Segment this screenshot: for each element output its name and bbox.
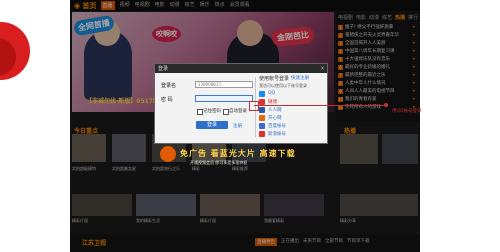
callout-line <box>254 105 386 106</box>
page: ◉ 首页 直播 视频 电视剧 电影 动漫 综艺 娱乐 热点 会员观看 全网首播 … <box>0 0 500 252</box>
sina-icon <box>259 130 265 137</box>
password-label: 密 码 <box>161 97 173 103</box>
auto-login-label: 自动登录 <box>229 109 247 114</box>
register-link[interactable]: 注册 <box>233 123 242 129</box>
login-button[interactable]: 登录 <box>196 121 228 129</box>
provider-renren[interactable]: 人人网 <box>259 106 282 113</box>
provider-label: QQ <box>268 91 276 96</box>
dialog-header: 登录 × <box>155 64 327 73</box>
provider-label: 微博 <box>268 99 277 105</box>
quick-register-link[interactable]: 快速注册 <box>291 75 309 81</box>
vip-icon <box>160 146 176 162</box>
callout-text: 用QQ帐号登录 <box>392 109 422 114</box>
other-login-title: 使用帐号登录 <box>259 76 290 82</box>
highlight-box <box>249 101 259 111</box>
kaixin-icon <box>259 114 265 121</box>
left-margin <box>0 0 70 252</box>
provider-label: 开心网 <box>268 115 282 121</box>
login-dialog: 登录 × 登录名 138008817... 密 码 记住密码 自动登录 登录 注… <box>154 63 328 144</box>
baidu-icon <box>259 122 265 129</box>
provider-label: 新浪帐号 <box>268 131 286 137</box>
renren-icon <box>259 106 265 113</box>
password-field[interactable] <box>195 95 253 102</box>
provider-weibo[interactable]: 微博 <box>259 98 277 105</box>
dialog-body: 登录名 138008817... 密 码 记住密码 自动登录 登录 注册 使用帐… <box>155 73 327 143</box>
provider-baidu[interactable]: 百度帐号 <box>259 122 286 129</box>
qq-icon <box>259 90 265 97</box>
vip-promo-sub: 开通视频会员 即可享受多项特权 <box>190 160 248 165</box>
dialog-title: 登录 <box>158 66 169 72</box>
provider-sina[interactable]: 新浪帐号 <box>259 130 286 137</box>
provider-qq[interactable]: QQ <box>259 90 275 97</box>
provider-label: 百度帐号 <box>268 123 286 129</box>
remember-label: 记住密码 <box>203 109 221 114</box>
callout-dot <box>384 103 388 107</box>
username-label: 登录名 <box>161 83 177 89</box>
provider-kaixin[interactable]: 开心网 <box>259 114 282 121</box>
username-field[interactable]: 138008817... <box>195 81 253 88</box>
other-login-subtitle: 我也可以使用以下账号登录 <box>259 83 307 88</box>
close-icon[interactable]: × <box>320 65 325 72</box>
vip-promo[interactable]: 免广告 看蓝光大片 高速下载 开通视频会员 即可享受多项特权 <box>160 146 320 166</box>
vip-promo-title: 免广告 看蓝光大片 高速下载 <box>180 149 296 158</box>
provider-label: 人人网 <box>268 107 282 113</box>
weibo-icon <box>259 98 265 105</box>
